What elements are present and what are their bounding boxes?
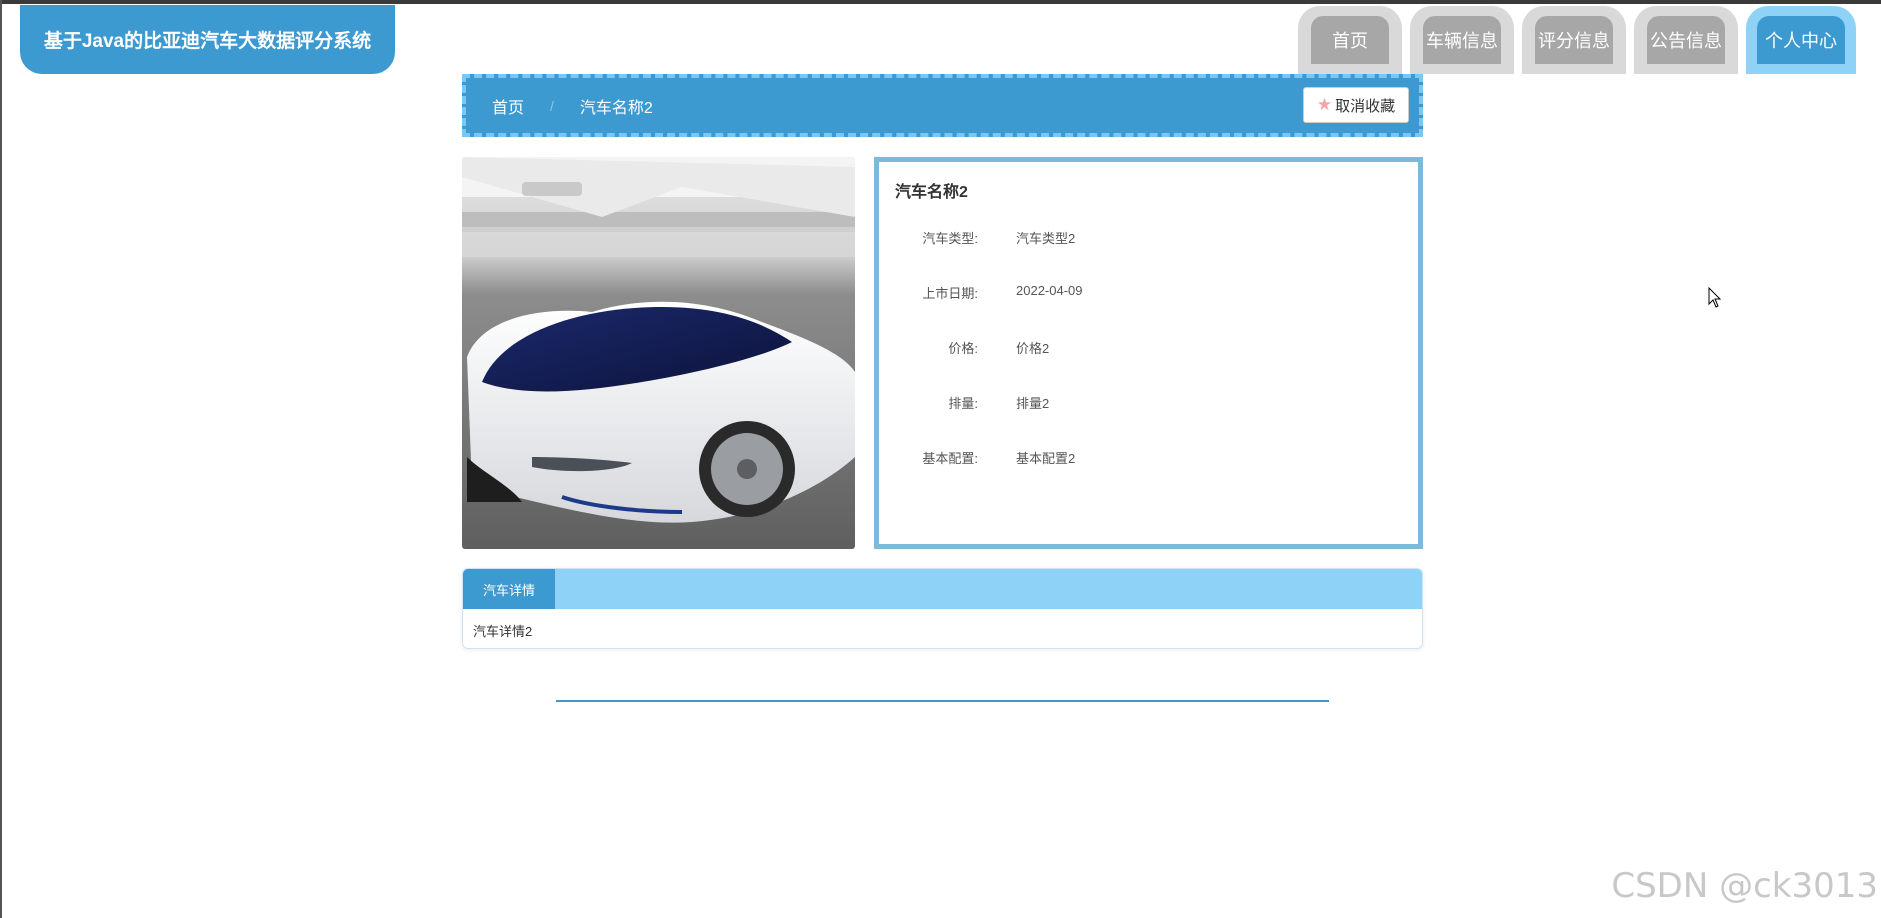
car-detail-section: 汽车详情 汽车详情2 — [462, 568, 1423, 649]
nav-tab-label[interactable]: 车辆信息 — [1423, 16, 1501, 64]
field-value: 基本配置2 — [1016, 451, 1076, 466]
star-icon: ★ — [1316, 95, 1333, 114]
field-label: 上市日期: — [922, 286, 978, 301]
detail-content: 汽车详情2 — [473, 624, 533, 639]
nav-tab-label[interactable]: 首页 — [1311, 16, 1389, 64]
field-label: 价格: — [948, 341, 978, 356]
nav-tab-profile[interactable]: 个人中心 — [1746, 6, 1856, 74]
watermark: CSDN @ck3013 — [1611, 866, 1878, 906]
nav-tab-ratings[interactable]: 评分信息 — [1522, 6, 1626, 74]
breadcrumb: 首页 / 汽车名称2 ★ 取消收藏 — [462, 74, 1423, 137]
field-label: 汽车类型: — [922, 231, 978, 246]
nav-tab-home[interactable]: 首页 — [1298, 6, 1402, 74]
field-value: 价格2 — [1016, 341, 1050, 356]
field-label: 基本配置: — [922, 451, 978, 466]
nav-tab-label[interactable]: 公告信息 — [1647, 16, 1725, 64]
release-date-row: 上市日期: 2022-04-09 — [879, 283, 1418, 303]
car-type-row: 汽车类型: 汽车类型2 — [879, 228, 1418, 248]
breadcrumb-current: 汽车名称2 — [579, 99, 653, 117]
window-top-border — [0, 0, 1881, 4]
car-name: 汽车名称2 — [895, 184, 968, 201]
site-title: 基于Java的比亚迪汽车大数据评分系统 — [20, 5, 395, 74]
main-nav: 首页 车辆信息 评分信息 公告信息 个人中心 — [1298, 6, 1856, 74]
car-info-panel: 汽车名称2 汽车类型: 汽车类型2 上市日期: 2022-04-09 价格: 价… — [874, 157, 1423, 549]
price-row: 价格: 价格2 — [879, 338, 1418, 358]
breadcrumb-separator: / — [550, 97, 554, 114]
nav-tab-label[interactable]: 评分信息 — [1535, 16, 1613, 64]
displacement-row: 排量: 排量2 — [879, 393, 1418, 413]
mouse-cursor-icon — [1708, 286, 1722, 314]
config-row: 基本配置: 基本配置2 — [879, 448, 1418, 468]
car-image — [462, 157, 855, 549]
tab-car-detail[interactable]: 汽车详情 — [463, 569, 555, 609]
field-value: 2022-04-09 — [1016, 283, 1083, 298]
unfavorite-button-label: 取消收藏 — [1335, 97, 1396, 115]
nav-tab-vehicles[interactable]: 车辆信息 — [1410, 6, 1514, 74]
divider — [556, 700, 1329, 702]
window-left-border — [0, 0, 2, 918]
detail-tab-bar: 汽车详情 — [463, 569, 1422, 609]
field-value: 排量2 — [1016, 396, 1050, 411]
breadcrumb-home[interactable]: 首页 — [492, 94, 524, 118]
field-value: 汽车类型2 — [1016, 231, 1076, 246]
nav-tab-label[interactable]: 个人中心 — [1757, 16, 1845, 64]
field-label: 排量: — [948, 396, 978, 411]
unfavorite-button[interactable]: ★ 取消收藏 — [1303, 87, 1409, 123]
nav-tab-notices[interactable]: 公告信息 — [1634, 6, 1738, 74]
